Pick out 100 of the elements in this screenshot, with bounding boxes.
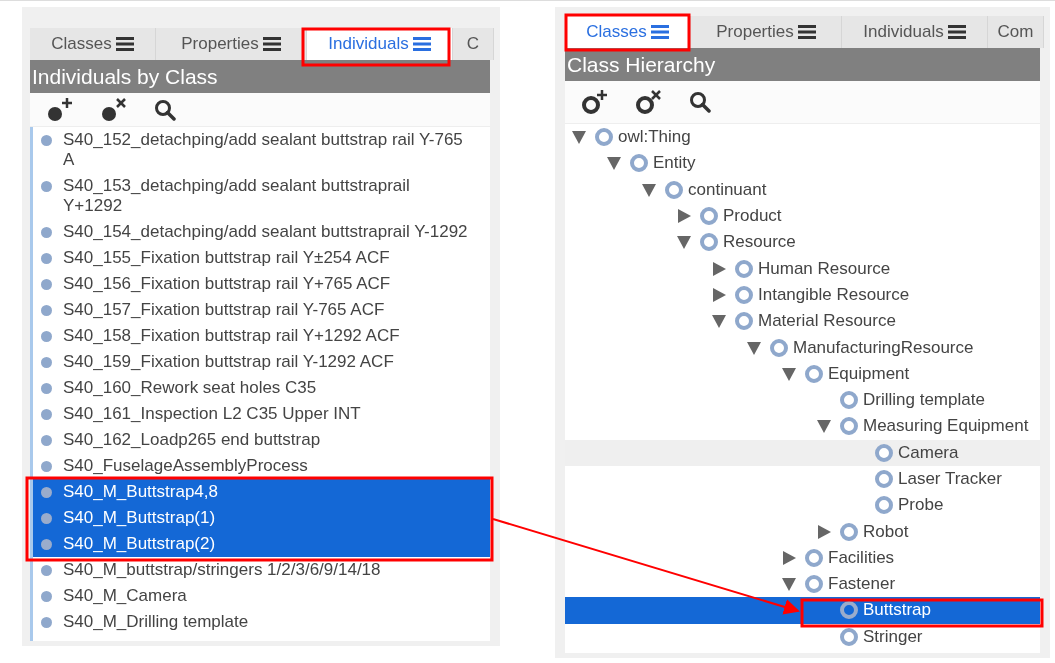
tree-row[interactable]: Entity — [565, 150, 1040, 177]
class-icon — [804, 363, 824, 384]
caret-icon[interactable] — [711, 286, 727, 303]
tree-row[interactable]: Drilling template — [565, 386, 1040, 414]
caret-icon[interactable] — [676, 234, 692, 251]
tree-row[interactable]: Human Resource — [565, 255, 1040, 282]
tree-row[interactable]: Stringer — [565, 623, 1040, 650]
caret-icon[interactable] — [571, 129, 587, 146]
individual-label: S40_M_Buttstrap4,8 — [63, 482, 219, 502]
individual-row[interactable]: S40_M_Buttstrap(2) — [33, 531, 490, 557]
caret-icon[interactable] — [711, 260, 727, 277]
tab[interactable]: Properties — [691, 16, 842, 48]
tab[interactable]: Com — [988, 16, 1044, 48]
tree-row[interactable]: Intangible Resource — [565, 281, 1040, 309]
tree-row[interactable]: Fastener — [565, 571, 1040, 598]
class-label: Probe — [898, 495, 944, 516]
tree-row[interactable]: Probe — [565, 492, 1040, 519]
individual-icon — [41, 227, 52, 238]
individual-icon — [41, 565, 52, 576]
individual-label: S40_M_Buttstrap(2) — [63, 534, 217, 554]
class-icon — [769, 337, 789, 358]
class-icon — [804, 574, 824, 595]
tree-row[interactable]: owl:Thing — [565, 124, 1040, 151]
individual-row[interactable]: S40_M_buttstrap/stringers 1/2/3/6/9/14/18 — [33, 557, 490, 583]
tree-row[interactable]: Product — [565, 202, 1040, 230]
class-icon — [734, 284, 754, 305]
tab[interactable]: Properties — [156, 28, 307, 60]
caret-icon[interactable] — [606, 155, 622, 172]
individual-row[interactable]: S40_160_Rework seat holes C35 — [33, 375, 490, 401]
class-icon — [699, 232, 719, 253]
individual-row[interactable]: S40_153_detachping/add sealant buttstraprail Y+1292 — [33, 173, 490, 219]
class-icon — [839, 416, 859, 437]
tab[interactable]: C — [453, 28, 494, 60]
class-label: Facilities — [828, 547, 895, 568]
class-label: Product — [723, 206, 782, 227]
individual-row[interactable]: S40_161_Inspection L2 C35 Upper INT — [33, 401, 490, 427]
caret-icon[interactable] — [746, 339, 762, 356]
caret-icon[interactable] — [781, 549, 797, 566]
individual-icon — [41, 539, 52, 550]
individual-icon — [41, 305, 52, 316]
tree-row[interactable]: Facilities — [565, 544, 1040, 572]
individual-row[interactable]: S40_M_Buttstrap4,8 — [33, 479, 490, 505]
add-class-icon[interactable] — [581, 89, 609, 115]
individual-icon — [41, 383, 52, 394]
tree-row[interactable]: ManufacturingResource — [565, 334, 1040, 361]
delete-class-icon[interactable] — [635, 89, 663, 115]
tree-row[interactable]: Camera — [565, 439, 1040, 466]
caret-icon[interactable] — [781, 365, 797, 382]
individual-row[interactable]: S40_155_Fixation buttstrap rail Y±254 ACF — [33, 245, 490, 271]
class-icon — [839, 626, 859, 647]
caret-icon[interactable] — [676, 208, 692, 225]
individual-row[interactable]: S40_M_Camera — [33, 583, 490, 609]
tree-row[interactable]: continuant — [565, 176, 1040, 203]
delete-individual-icon[interactable] — [100, 96, 128, 123]
tree-row[interactable]: Material Resource — [565, 308, 1040, 335]
class-icon — [839, 390, 859, 411]
individual-row[interactable]: S40_152_detachping/add sealant buttstrap rail Y-765 A — [33, 127, 490, 173]
individual-row[interactable]: S40_157_Fixation buttstrap rail Y-765 ACF — [33, 297, 490, 323]
class-label: Intangible Resource — [758, 284, 910, 305]
individual-icon — [41, 409, 52, 420]
class-icon — [734, 258, 754, 279]
individual-row[interactable]: S40_162_Loadp265 end buttstrap — [33, 427, 490, 453]
class-label: Entity — [653, 153, 696, 174]
search-icon[interactable] — [154, 98, 176, 121]
individual-row[interactable]: S40_M_Buttstrap(1) — [33, 505, 490, 531]
tree-row[interactable]: Measuring Equipment — [565, 413, 1040, 440]
tree-row[interactable]: Resource — [565, 229, 1040, 256]
tab[interactable]: Individuals — [842, 16, 988, 48]
class-label: owl:Thing — [618, 127, 691, 148]
caret-icon[interactable] — [816, 418, 832, 435]
tab[interactable]: Classes — [30, 28, 156, 60]
tree-row[interactable]: Robot — [565, 518, 1040, 545]
class-icon — [874, 469, 894, 489]
individual-row[interactable]: S40_154_detachping/add sealant buttstraprail Y-1292 — [33, 219, 490, 245]
individual-label: S40_161_Inspection L2 C35 Upper INT — [63, 404, 362, 424]
caret-icon[interactable] — [641, 181, 657, 198]
add-individual-icon[interactable] — [46, 96, 74, 123]
individual-row[interactable]: S40_158_Fixation buttstrap rail Y+1292 ACF — [33, 323, 490, 349]
individual-row[interactable]: S40_M_Drilling template — [33, 609, 490, 635]
tree-row[interactable]: Laser Tracker — [565, 465, 1040, 493]
individual-icon — [41, 435, 52, 446]
individual-icon — [41, 181, 52, 192]
class-icon — [874, 442, 894, 463]
class-icon — [839, 521, 859, 542]
tree-row[interactable]: Equipment — [565, 360, 1040, 387]
caret-icon[interactable] — [711, 313, 727, 330]
individual-row[interactable]: S40_159_Fixation buttstrap rail Y-1292 ACF — [33, 349, 490, 375]
tree-row[interactable]: Buttstrap — [565, 597, 1040, 624]
individual-icon — [41, 253, 52, 264]
caret-icon[interactable] — [816, 523, 832, 540]
individual-icon — [41, 357, 52, 368]
individual-row[interactable]: S40_156_Fixation buttstrap rail Y+765 ACF — [33, 271, 490, 297]
individual-label: S40_FuselageAssemblyProcess — [63, 456, 309, 476]
menu-icon — [797, 25, 816, 39]
individual-row[interactable]: S40_FuselageAssemblyProcess — [33, 453, 490, 479]
caret-icon[interactable] — [781, 576, 797, 593]
individual-label: S40_157_Fixation buttstrap rail Y-765 ACF — [63, 300, 386, 320]
class-label: Drilling template — [863, 390, 985, 411]
search-icon[interactable] — [689, 91, 711, 113]
individual-icon — [41, 617, 52, 628]
